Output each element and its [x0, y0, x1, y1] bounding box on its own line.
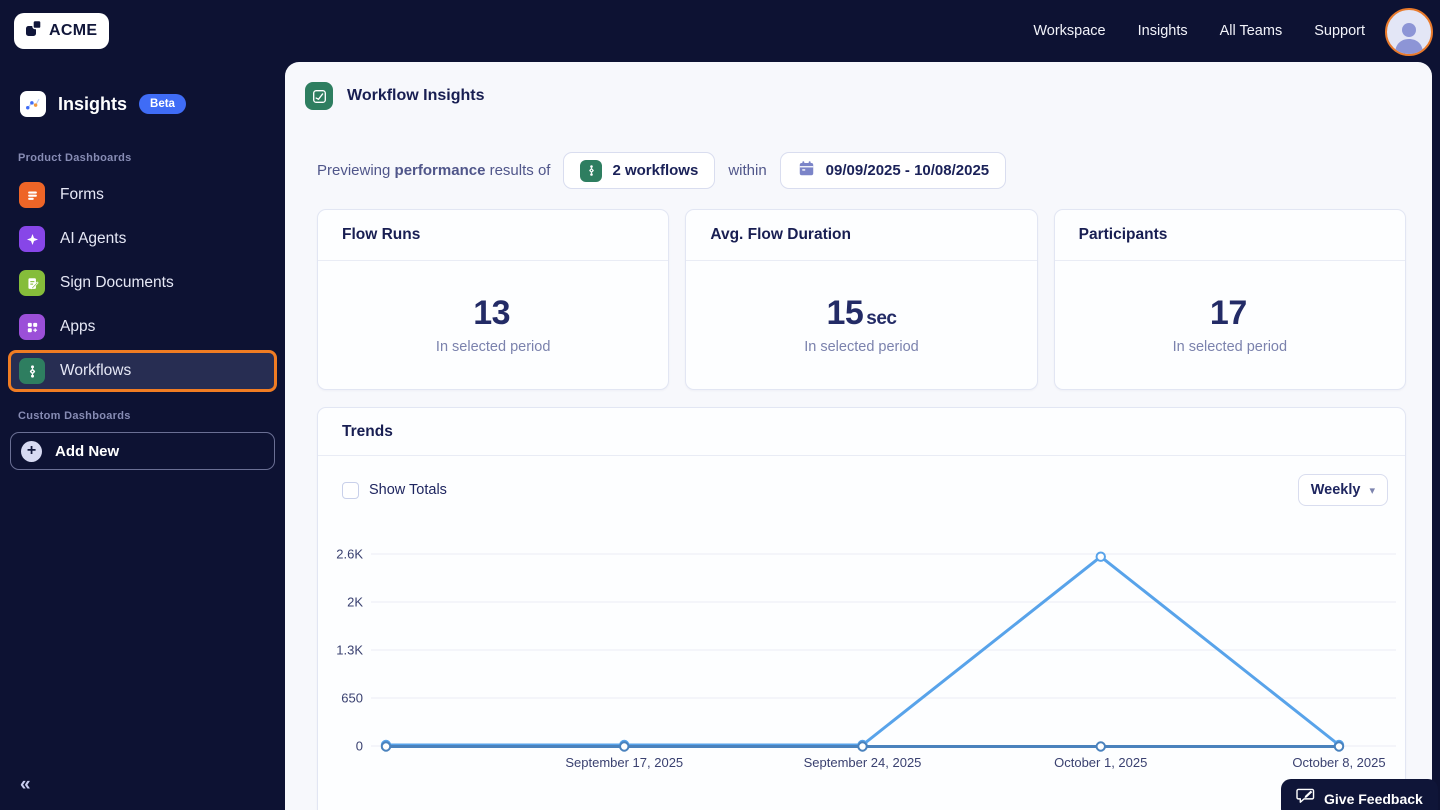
data-point — [1333, 739, 1345, 751]
top-navigation: Workspace Insights All Teams Support — [1033, 0, 1365, 62]
stat-value: 13 — [473, 293, 511, 332]
filter-description: Previewing performance results of — [317, 162, 551, 179]
stat-card-title: Avg. Flow Duration — [710, 226, 851, 243]
collapse-sidebar-button[interactable]: « — [20, 774, 31, 796]
workflows-filter-label: 2 workflows — [612, 162, 699, 179]
ai-agents-icon — [19, 226, 45, 252]
main-content: Workflow Insights Previewing performance… — [285, 62, 1432, 810]
sidebar-header: Insights Beta — [20, 90, 285, 118]
beta-badge: Beta — [139, 94, 186, 114]
add-new-label: Add New — [55, 442, 120, 460]
sidebar-item-label: Apps — [60, 318, 96, 335]
brand-name: ACME — [49, 22, 98, 39]
sidebar-item-sign-documents[interactable]: Sign Documents — [8, 262, 277, 304]
y-axis-tick: 650 — [341, 691, 363, 706]
feedback-label: Give Feedback — [1324, 791, 1423, 807]
sidebar-item-label: Forms — [60, 186, 104, 203]
page-header: Workflow Insights — [305, 82, 1432, 110]
page-title: Workflow Insights — [347, 87, 485, 104]
data-point — [380, 739, 392, 751]
calendar-icon — [797, 159, 816, 183]
data-point — [857, 741, 868, 752]
nav-all-teams[interactable]: All Teams — [1220, 23, 1283, 39]
filter-bar: Previewing performance results of 2 work… — [317, 152, 1406, 189]
chevrons-left-icon: « — [20, 774, 31, 795]
section-label-product-dashboards: Product Dashboards — [18, 152, 132, 164]
show-totals-checkbox[interactable] — [342, 481, 359, 499]
x-axis-label: September 24, 2025 — [804, 755, 922, 770]
y-axis-tick: 2.6K — [336, 547, 363, 562]
section-label-custom-dashboards: Custom Dashboards — [18, 410, 131, 422]
stat-value: 15 — [826, 293, 864, 332]
nav-workspace[interactable]: Workspace — [1033, 23, 1105, 39]
workflow-icon — [580, 159, 603, 182]
stat-unit: sec — [866, 307, 897, 329]
date-range-button[interactable]: 09/09/2025 - 10/08/2025 — [779, 152, 1007, 189]
date-range-label: 09/09/2025 - 10/08/2025 — [825, 162, 990, 179]
x-axis-label: September 17, 2025 — [565, 755, 683, 770]
within-label: within — [728, 162, 767, 179]
stat-subtitle: In selected period — [435, 338, 551, 355]
acme-logo[interactable]: ACME — [14, 13, 110, 49]
sidebar-item-label: Workflows — [60, 362, 132, 379]
nav-insights[interactable]: Insights — [1138, 23, 1188, 39]
chevron-down-icon: ▾ — [1369, 484, 1375, 497]
sidebar: Insights Beta Product Dashboards Forms A… — [0, 62, 285, 810]
workflow-insights-icon — [305, 82, 333, 110]
plus-icon: + — [21, 440, 42, 462]
top-bar: ACME Workspace Insights All Teams Suppor… — [0, 0, 1440, 62]
stat-card-title: Flow Runs — [342, 226, 421, 243]
period-select-value: Weekly — [1310, 482, 1361, 498]
feedback-icon — [1296, 788, 1315, 810]
data-point — [1095, 551, 1106, 562]
stat-value: 17 — [1209, 293, 1247, 332]
person-icon — [1395, 23, 1423, 54]
forms-icon — [19, 182, 45, 208]
stat-card-avg-flow-duration: Avg. Flow Duration 15 sec In selected per… — [685, 209, 1038, 390]
trends-title: Trends — [342, 422, 393, 440]
trend-line-series-1 — [386, 554, 1340, 747]
show-totals-label: Show Totals — [369, 482, 447, 498]
sidebar-item-forms[interactable]: Forms — [8, 174, 277, 216]
data-point — [619, 741, 630, 752]
show-totals-toggle[interactable]: Show Totals — [342, 481, 447, 499]
data-point — [1095, 741, 1106, 752]
y-axis-tick: 2K — [347, 595, 363, 610]
apps-icon — [19, 314, 45, 340]
sidebar-item-ai-agents[interactable]: AI Agents — [8, 218, 277, 260]
sidebar-item-label: AI Agents — [60, 230, 127, 247]
y-axis-tick: 1.3K — [336, 643, 363, 658]
sign-documents-icon — [19, 270, 45, 296]
sidebar-title: Insights — [58, 93, 128, 114]
user-avatar[interactable] — [1385, 8, 1433, 56]
data-point — [619, 739, 630, 751]
data-point — [380, 741, 392, 752]
add-new-button[interactable]: + Add New — [10, 432, 275, 470]
x-axis-label: October 8, 2025 — [1292, 755, 1385, 770]
workflows-icon — [19, 358, 45, 384]
stat-card-participants: Participants 17 In selected period — [1053, 209, 1406, 390]
give-feedback-button[interactable]: Give Feedback — [1281, 779, 1438, 810]
sidebar-item-workflows[interactable]: Workflows — [8, 350, 277, 392]
stat-subtitle: In selected period — [1172, 338, 1288, 355]
sidebar-item-label: Sign Documents — [60, 274, 174, 291]
sidebar-item-apps[interactable]: Apps — [8, 306, 277, 348]
workflows-filter-button[interactable]: 2 workflows — [563, 152, 716, 189]
insights-app-icon — [20, 91, 46, 117]
stat-cards-row: Flow Runs 13 In selected period Avg. Flo… — [317, 209, 1406, 390]
stat-card-title: Participants — [1078, 226, 1168, 243]
data-point — [857, 739, 868, 751]
acme-logo-icon — [24, 19, 43, 43]
trends-card: Trends Show Totals Weekly ▾ 0 650 1.3K 2K 2.… — [317, 407, 1406, 810]
stat-card-flow-runs: Flow Runs 13 In selected period — [317, 209, 670, 390]
stat-subtitle: In selected period — [804, 338, 919, 355]
sidebar-items: Forms AI Agents Sign Documents Apps Work… — [0, 174, 285, 392]
y-axis-tick: 0 — [356, 739, 363, 754]
x-axis-label: October 1, 2025 — [1054, 755, 1147, 770]
period-select[interactable]: Weekly ▾ — [1297, 474, 1388, 506]
nav-support[interactable]: Support — [1314, 23, 1365, 39]
data-point — [1333, 741, 1345, 752]
